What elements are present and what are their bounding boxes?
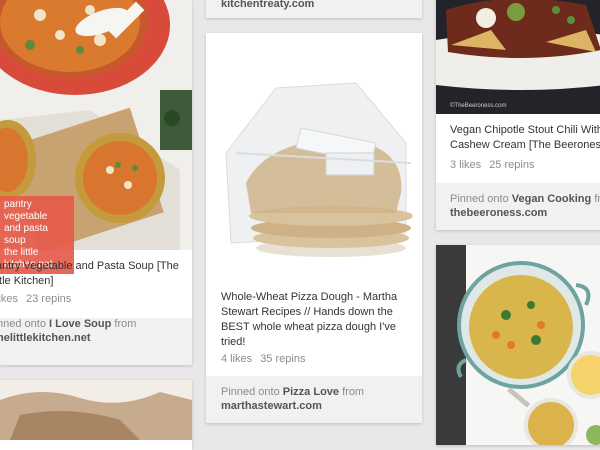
pinned-onto-footer: nned onto I Love Soup from helittlekitch…: [0, 318, 192, 365]
pinned-prefix: Pinned onto: [221, 386, 280, 398]
source-link[interactable]: marthastewart.com: [221, 400, 407, 412]
overlay-line: pantry vegetable: [4, 199, 48, 222]
board-link[interactable]: Vegan Cooking: [512, 193, 591, 205]
pin-card-soup[interactable]: pantry vegetable and pasta soup the litt…: [0, 0, 192, 365]
pin-image-chili[interactable]: [436, 0, 600, 114]
overlay-line: and pasta soup: [4, 223, 48, 246]
repins-count[interactable]: 25 repins: [489, 159, 534, 171]
pin-description[interactable]: antry Vegetable and Pasta Soup [The ttle…: [0, 259, 182, 289]
likes-count[interactable]: 3 likes: [450, 159, 481, 171]
source-link[interactable]: helittlekitchen.net: [0, 332, 192, 344]
likes-count[interactable]: likes: [0, 293, 18, 305]
pin-image-curry-soup[interactable]: [436, 245, 600, 445]
from-label: from: [594, 193, 600, 205]
source-link[interactable]: thebeeroness.com: [450, 207, 592, 219]
pin-description[interactable]: Whole-Wheat Pizza Dough - Martha Stewart…: [221, 290, 407, 350]
pin-image[interactable]: [0, 380, 192, 440]
repins-count[interactable]: 35 repins: [260, 353, 305, 365]
source-link[interactable]: kitchentreaty.com: [221, 0, 407, 10]
pin-card-bottom-left[interactable]: [0, 380, 192, 450]
pinned-onto-footer: Pinned onto Pizza Love from marthastewar…: [206, 376, 422, 423]
board-link[interactable]: I Love Soup: [49, 318, 111, 330]
pin-stats: 3 likes 25 repins: [450, 159, 542, 171]
image-watermark: ©TheBeeroness.com: [450, 103, 507, 109]
from-label: from: [342, 386, 365, 398]
pinned-prefix: nned onto: [0, 318, 46, 330]
pin-card-top-middle[interactable]: kitchentreaty.com: [206, 0, 422, 18]
pinned-onto-footer: Pinned onto Vegan Cooking from thebeeron…: [436, 183, 600, 230]
board-link[interactable]: Pizza Love: [283, 386, 339, 398]
from-label: from: [114, 318, 137, 330]
pin-card-chili[interactable]: ©TheBeeroness.com Vegan Chipotle Stout C…: [436, 0, 600, 230]
likes-count[interactable]: 4 likes: [221, 353, 252, 365]
pin-stats: likes 23 repins: [0, 293, 79, 305]
pin-card-curry-soup[interactable]: [436, 245, 600, 445]
pin-description[interactable]: Vegan Chipotle Stout Chili With Cashew C…: [450, 123, 600, 153]
pin-stats: 4 likes 35 repins: [221, 353, 313, 365]
pinned-onto-footer: kitchentreaty.com: [206, 0, 422, 18]
pin-image-pizza[interactable]: [206, 33, 422, 278]
pin-card-pizza[interactable]: Whole-Wheat Pizza Dough - Martha Stewart…: [206, 33, 422, 423]
repins-count[interactable]: 23 repins: [26, 293, 71, 305]
pinned-prefix: Pinned onto: [450, 193, 509, 205]
